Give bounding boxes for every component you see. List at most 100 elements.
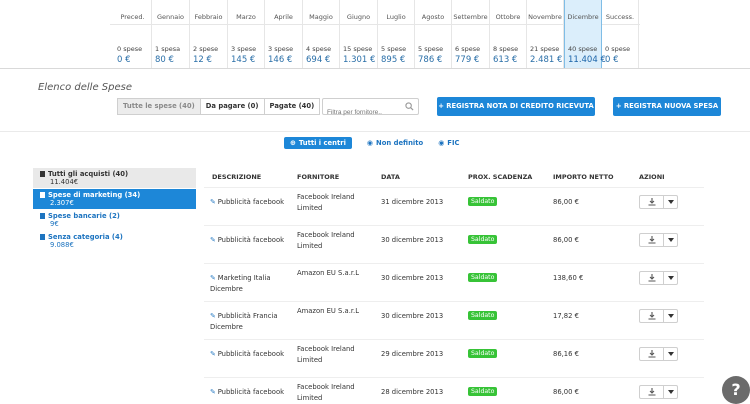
month-value: 146 € (268, 55, 293, 65)
row-description[interactable]: ✎ Pubblicità Francia Dicembre (210, 311, 296, 333)
filter-unpaid[interactable]: Da pagare (0) (200, 98, 265, 115)
caret-down-icon (667, 390, 674, 394)
month-count: 2 spese (193, 45, 219, 53)
download-button[interactable] (640, 196, 664, 208)
row-description[interactable]: ✎ Pubblicità facebook (210, 197, 296, 208)
actions-dropdown[interactable] (664, 386, 677, 398)
table-row[interactable]: ✎ Pubblicità facebook Facebook Ireland Lim… (204, 339, 704, 377)
month-col-dicembre[interactable]: Dicembre 40 spese 11.404 € (564, 0, 606, 68)
month-col-luglio[interactable]: Luglio 5 spese 895 € (378, 0, 415, 68)
status-badge: Saldato (468, 235, 498, 244)
actions-dropdown[interactable] (664, 272, 677, 284)
sidebar-item-value: 9.088€ (50, 241, 74, 249)
month-name: Luglio (386, 13, 406, 21)
row-supplier: Amazon EU S.a.r.L (297, 269, 359, 277)
month-value: 694 € (306, 55, 331, 65)
table-row[interactable]: ✎ Marketing Italia Dicembre Amazon EU S.a.… (204, 263, 704, 301)
category-sidebar: Tutti gli acquisti (40) 11.404€ Spese di… (33, 168, 196, 252)
sidebar-item-marketing[interactable]: Spese di marketing (34) 2.307€ (33, 189, 196, 209)
row-description-text: Pubblicità facebook (217, 388, 285, 396)
sidebar-item-uncategorized[interactable]: Senza categoria (4) 9.088€ (33, 231, 196, 251)
row-description[interactable]: ✎ Pubblicità facebook (210, 387, 296, 398)
row-amount: 17,82 € (553, 312, 579, 320)
actions-dropdown[interactable] (664, 196, 677, 208)
month-value: 0 € (605, 55, 619, 65)
month-col-agosto[interactable]: Agosto 5 spese 786 € (415, 0, 452, 68)
document-icon (40, 192, 45, 198)
status-badge: Saldato (468, 311, 498, 320)
download-button[interactable] (640, 234, 664, 246)
month-col-maggio[interactable]: Maggio 4 spese 694 € (303, 0, 340, 68)
download-button[interactable] (640, 386, 664, 398)
month-col-aprile[interactable]: Aprile 3 spese 146 € (265, 0, 303, 68)
month-col-ottobre[interactable]: Ottobre 8 spese 613 € (490, 0, 527, 68)
download-button[interactable] (640, 348, 664, 360)
month-count: 1 spesa (155, 45, 181, 53)
section-divider (0, 131, 750, 132)
month-name: Maggio (309, 13, 333, 21)
row-actions (639, 271, 678, 285)
register-new-expense-button[interactable]: + REGISTRA NUOVA SPESA (613, 97, 721, 116)
month-count: 8 spese (493, 45, 519, 53)
download-button[interactable] (640, 272, 664, 284)
search-icon[interactable] (405, 102, 414, 111)
month-name: Giugno (346, 13, 371, 21)
center-undefined-label: Non definito (376, 138, 424, 147)
sidebar-item-value: 11.404€ (50, 178, 79, 186)
row-actions (639, 309, 678, 323)
register-credit-note-button[interactable]: + REGISTRA NOTA DI CREDITO RICEVUTA (437, 97, 595, 116)
cost-center-filters: ⊕ Tutti i centri ◉ Non definito ◉ FIC (284, 136, 474, 149)
download-button[interactable] (640, 310, 664, 322)
row-date: 30 dicembre 2013 (381, 236, 444, 244)
document-icon (40, 234, 45, 240)
table-row[interactable]: ✎ Pubblicità facebook Facebook Ireland Lim… (204, 187, 704, 225)
center-all[interactable]: ⊕ Tutti i centri (284, 136, 352, 149)
col-due: PROX. SCADENZA (468, 173, 533, 181)
tag-icon: ✎ (210, 236, 216, 244)
row-supplier: Facebook Ireland Limited (297, 231, 355, 250)
month-col-settembre[interactable]: Settembre 6 spese 779 € (452, 0, 490, 68)
help-button[interactable]: ? (722, 376, 750, 404)
table-row[interactable]: ✎ Pubblicità facebook Facebook Ireland Lim… (204, 377, 704, 404)
sidebar-item-bank-fees[interactable]: Spese bancarie (2) 9€ (33, 210, 196, 230)
row-date: 31 dicembre 2013 (381, 198, 444, 206)
month-col-gennaio[interactable]: Gennaio 1 spesa 80 € (152, 0, 190, 68)
month-col-preced[interactable]: Preced. 0 spese 0 € (114, 0, 152, 68)
month-col-success[interactable]: Success. 0 spese 0 € (602, 0, 639, 68)
month-value: 80 € (155, 55, 174, 65)
month-count: 3 spese (268, 45, 294, 53)
download-icon (648, 388, 655, 396)
table-row[interactable]: ✎ Pubblicità facebook Facebook Ireland Lim… (204, 225, 704, 263)
row-description[interactable]: ✎ Marketing Italia Dicembre (210, 273, 296, 295)
sidebar-item-value: 9€ (50, 220, 59, 228)
month-col-novembre[interactable]: Novembre 21 spese 2.481 € (527, 0, 564, 68)
caret-down-icon (667, 238, 674, 242)
caret-down-icon (667, 314, 674, 318)
month-count: 40 spese (568, 45, 598, 53)
month-col-giugno[interactable]: Giugno 15 spese 1.301 € (340, 0, 378, 68)
actions-dropdown[interactable] (664, 234, 677, 246)
month-name: Success. (605, 13, 635, 21)
actions-dropdown[interactable] (664, 348, 677, 360)
month-name: Gennaio (156, 13, 185, 21)
month-value: 2.481 € (530, 55, 563, 65)
month-col-marzo[interactable]: Marzo 3 spese 145 € (228, 0, 265, 68)
tag-icon: ✎ (210, 274, 216, 282)
filter-all-expenses[interactable]: Tutte le spese (40) (117, 98, 201, 115)
sidebar-item-all-purchases[interactable]: Tutti gli acquisti (40) 11.404€ (33, 168, 196, 188)
row-description[interactable]: ✎ Pubblicità facebook (210, 349, 296, 360)
actions-dropdown[interactable] (664, 310, 677, 322)
month-count: 3 spese (231, 45, 257, 53)
filter-paid[interactable]: Pagate (40) (264, 98, 321, 115)
row-amount: 86,00 € (553, 388, 579, 396)
supplier-search-input[interactable] (323, 105, 403, 120)
col-date: DATA (381, 173, 400, 181)
table-row[interactable]: ✎ Pubblicità Francia Dicembre Amazon EU S.… (204, 301, 704, 339)
row-description-text: Pubblicità Francia Dicembre (210, 312, 278, 331)
status-badge: Saldato (468, 197, 498, 206)
center-fic[interactable]: ◉ FIC (438, 139, 459, 147)
month-count: 0 spese (605, 45, 631, 53)
center-undefined[interactable]: ◉ Non definito (367, 139, 423, 147)
month-col-febbraio[interactable]: Febbraio 2 spese 12 € (190, 0, 228, 68)
row-description[interactable]: ✎ Pubblicità facebook (210, 235, 296, 246)
